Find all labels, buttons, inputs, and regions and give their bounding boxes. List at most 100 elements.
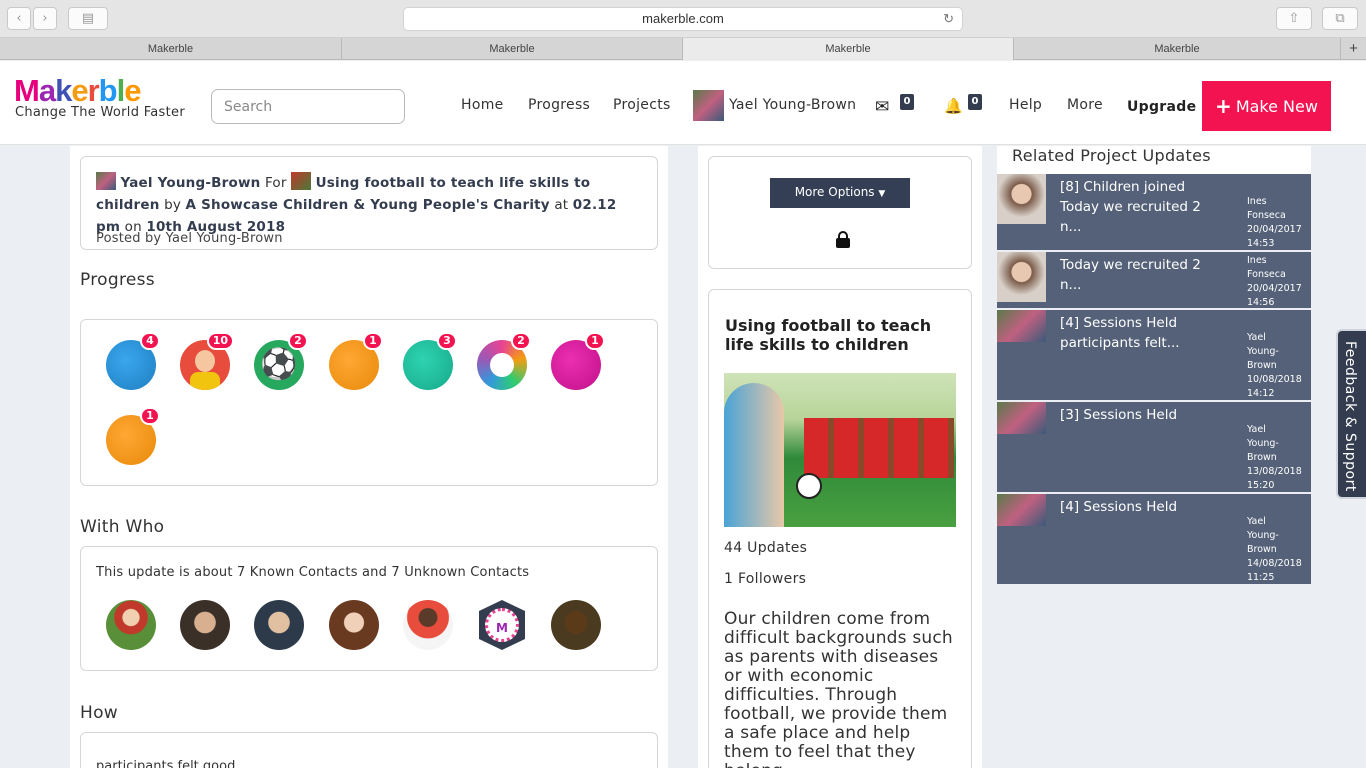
contacts-summary: This update is about 7 Known Contacts an… [96,565,530,580]
meta-line: Young- [1247,530,1279,541]
progress-count-badge: 10 [206,332,234,350]
related-update-item[interactable]: [4] Sessions Held participants felt... Y… [997,310,1311,400]
contact-avatar[interactable] [551,600,601,650]
progress-item[interactable]: 1 [329,332,383,390]
tagline: Change The World Faster [15,105,185,120]
search-input[interactable] [211,89,405,124]
updates-count: 44 Updates [724,540,808,556]
related-update-thumbnail [997,252,1046,302]
related-update-thumbnail [997,494,1046,526]
related-update-meta: Yael Young- Brown 13/08/2018 15:20 [1247,423,1302,493]
meta-line: Brown [1247,360,1277,371]
reload-icon[interactable]: ↻ [943,8,954,30]
for-text: For [264,175,287,191]
nav-progress[interactable]: Progress [528,97,590,113]
project-title[interactable]: Using football to teach life skills to c… [725,316,957,354]
progress-item[interactable]: 1 [551,332,605,390]
back-button[interactable]: ‹ [7,7,31,30]
bell-icon[interactable]: 🔔 [944,97,963,115]
browser-toolbar: ‹ › ▤ makerble.com ↻ ⇧ ⧉ [0,0,1366,38]
project-photo[interactable] [724,373,956,527]
feedback-label: Feedback & Support [1342,341,1358,492]
author-link[interactable]: Yael Young-Brown [121,175,261,191]
address-bar[interactable]: makerble.com ↻ [403,7,963,31]
tab-bar: Makerble Makerble Makerble Makerble + [0,38,1366,60]
user-avatar[interactable] [693,90,724,121]
nav-user-name[interactable]: Yael Young-Brown [729,97,856,113]
progress-item[interactable]: 4 [106,332,160,390]
related-update-thumbnail [997,310,1046,342]
progress-item[interactable]: 3 [403,332,457,390]
meta-line: Young- [1247,346,1279,357]
nav-home[interactable]: Home [461,97,504,113]
related-update-item[interactable]: [3] Sessions Held Yael Young- Brown 13/0… [997,402,1311,492]
feedback-support-tab[interactable]: Feedback & Support [1336,329,1366,499]
progress-count-badge: 4 [140,332,160,350]
nav-help[interactable]: Help [1009,97,1042,113]
progress-item[interactable]: 10 [180,332,234,390]
related-update-meta: Ines Fonseca 20/04/2017 14:56 [1247,254,1302,310]
progress-item[interactable]: 2 [477,332,531,390]
makerble-logo[interactable]: Makerble [14,73,141,109]
progress-item[interactable]: 1 [106,407,160,465]
progress-item[interactable]: ⚽ 2 [254,332,308,390]
related-updates-title: Related Project Updates [1012,146,1211,165]
contact-avatar[interactable] [106,600,156,650]
url-text: makerble.com [642,11,724,26]
related-update-item[interactable]: [8] Children joined Today we recruited 2… [997,174,1311,250]
browser-tab[interactable]: Makerble [342,38,683,60]
meta-line: 20/04/2017 [1247,283,1302,294]
progress-heading: Progress [80,270,155,290]
contact-avatar[interactable] [403,600,453,650]
envelope-icon[interactable]: ✉ [875,97,889,117]
followers-count: 1 Followers [724,571,807,587]
makerble-contact-icon[interactable]: M [479,600,525,650]
with-who-heading: With Who [80,517,165,537]
contact-avatar[interactable] [329,600,379,650]
related-update-item[interactable]: Today we recruited 2 n... Ines Fonseca 2… [997,252,1311,308]
update-header-card: Yael Young-Brown For Using football to t… [80,156,658,250]
contact-avatar[interactable] [180,600,230,650]
meta-line: 14:53 [1247,238,1275,249]
browser-tab[interactable]: Makerble [1014,38,1341,60]
more-options-button[interactable]: More Options ▼ [770,178,910,208]
at-text: at [554,197,569,213]
messages-count-badge: 0 [900,94,914,110]
lock-icon [836,231,850,248]
upgrade-link[interactable]: Upgrade [1127,99,1196,115]
meta-line: 14:12 [1247,388,1275,399]
meta-line: 14:56 [1247,297,1275,308]
meta-line: Ines [1247,196,1267,207]
progress-card: 4 10 ⚽ 2 1 3 2 1 1 [80,319,658,486]
related-update-title: [3] Sessions Held [1060,407,1178,423]
related-update-thumbnail [997,402,1046,434]
related-update-thumbnail [997,174,1046,224]
site-header: Makerble Change The World Faster Home Pr… [0,61,1366,145]
org-link[interactable]: A Showcase Children & Young People's Cha… [186,197,550,213]
project-description: Our children come from difficult backgro… [724,609,953,768]
make-new-button[interactable]: + Make New [1202,81,1331,131]
related-update-item[interactable]: [4] Sessions Held Yael Young- Brown 14/0… [997,494,1311,584]
posted-by: Posted by Yael Young-Brown [96,231,283,246]
tabs-overview-icon[interactable]: ⧉ [1322,7,1358,30]
sidebar-toggle-icon[interactable]: ▤ [68,7,108,30]
related-update-meta: Ines Fonseca 20/04/2017 14:53 [1247,195,1302,251]
nav-more[interactable]: More [1067,97,1103,113]
meta-line: Ines [1247,255,1267,266]
related-update-meta: Yael Young- Brown 14/08/2018 11:25 [1247,515,1302,585]
browser-tab-active[interactable]: Makerble [683,38,1014,60]
new-tab-button[interactable]: + [1341,38,1366,60]
meta-line: Fonseca [1247,269,1286,280]
notifications-count-badge: 0 [968,94,982,110]
meta-line: Young- [1247,438,1279,449]
contact-avatar[interactable] [254,600,304,650]
browser-tab[interactable]: Makerble [0,38,342,60]
meta-line: 10/08/2018 [1247,374,1302,385]
forward-button[interactable]: › [33,7,57,30]
meta-line: 20/04/2017 [1247,224,1302,235]
share-icon[interactable]: ⇧ [1276,7,1312,30]
nav-projects[interactable]: Projects [613,97,671,113]
project-card: Using football to teach life skills to c… [708,289,972,768]
with-who-card: This update is about 7 Known Contacts an… [80,546,658,671]
related-update-title: [8] Children joined Today we recruited 2… [1060,179,1201,235]
